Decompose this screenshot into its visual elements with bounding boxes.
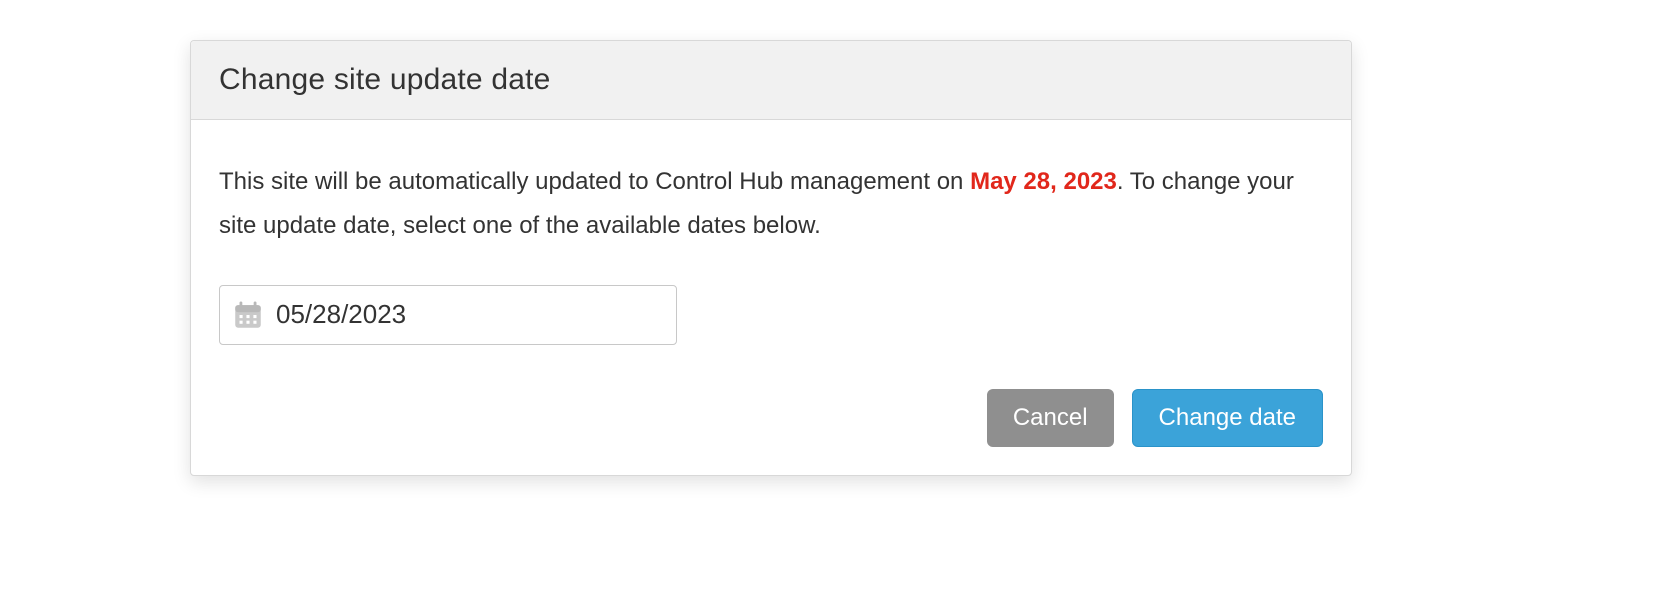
date-value: 05/28/2023 (276, 299, 406, 330)
change-date-button[interactable]: Change date (1132, 389, 1323, 447)
dialog-title: Change site update date (219, 63, 1323, 97)
dialog-description: This site will be automatically updated … (219, 160, 1323, 249)
cancel-button[interactable]: Cancel (987, 389, 1114, 447)
dialog-body: This site will be automatically updated … (191, 120, 1351, 369)
date-input[interactable]: 05/28/2023 (219, 285, 677, 345)
description-prefix: This site will be automatically updated … (219, 168, 970, 195)
highlight-date: May 28, 2023 (970, 168, 1117, 195)
dialog-footer: Cancel Change date (191, 369, 1351, 475)
dialog-header: Change site update date (191, 41, 1351, 120)
change-update-date-dialog: Change site update date This site will b… (190, 40, 1352, 476)
calendar-icon (230, 297, 266, 333)
